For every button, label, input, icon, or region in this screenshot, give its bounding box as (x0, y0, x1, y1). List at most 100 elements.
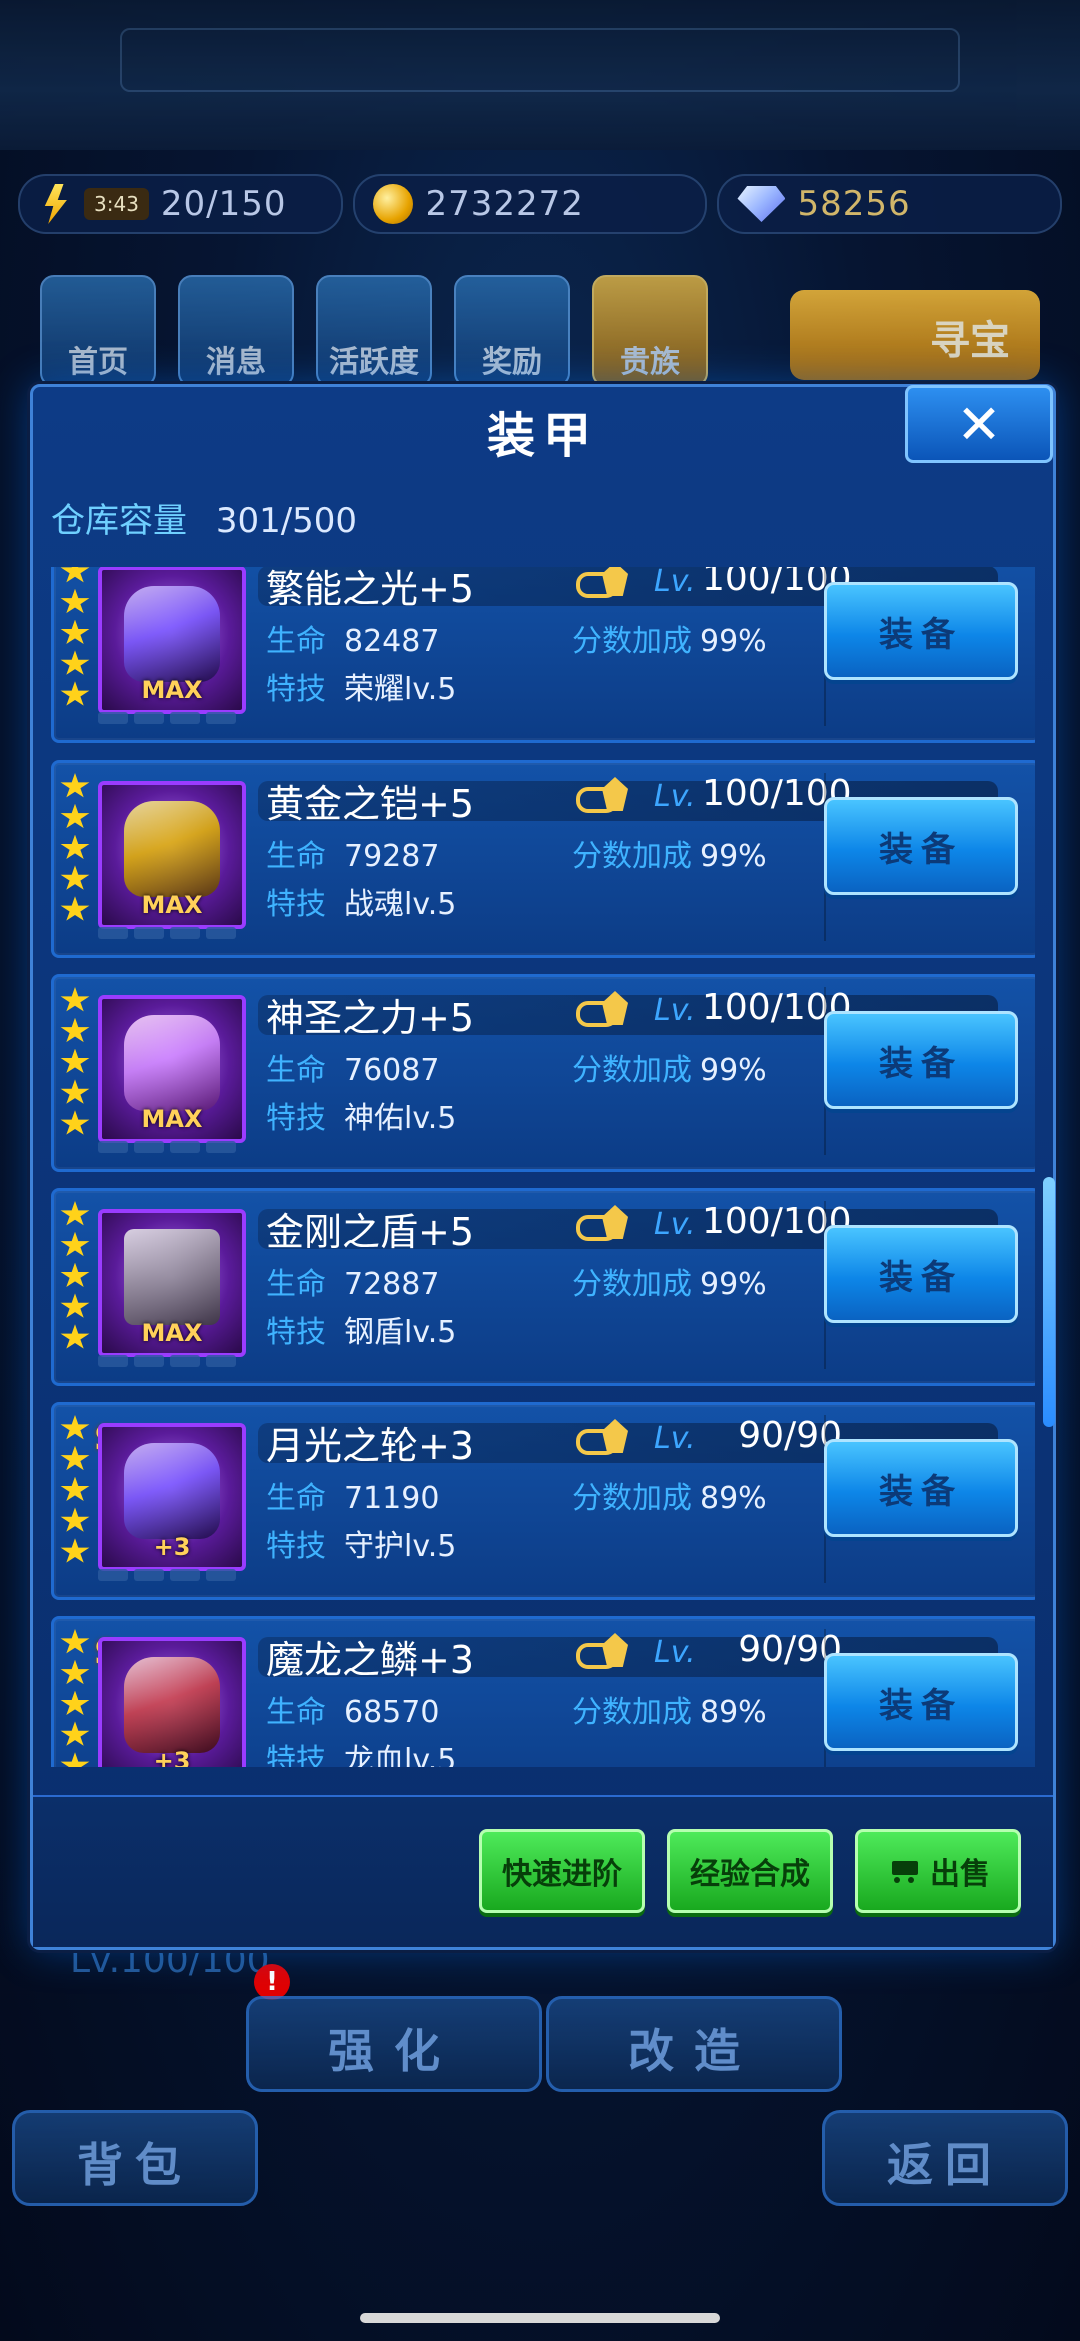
alert-badge: ! (254, 1964, 290, 2000)
modify-label: 改造 (628, 2024, 760, 2078)
level-value: 100/100 (702, 987, 852, 1028)
close-button[interactable]: ✕ (905, 385, 1053, 463)
armor-name: 月光之轮+3 (266, 1424, 475, 1468)
link-icon (576, 567, 636, 604)
strengthen-label: 强化 (328, 2024, 460, 2078)
armor-tag: MAX (141, 676, 203, 704)
armor-list[interactable]: MAX 繁能之光+5 Lv. 100/100 生命 82487 分数加成 99% 特… (51, 567, 1035, 1767)
equip-button[interactable]: 装备 (824, 582, 1018, 680)
hp-row: 生命 76087 (266, 1053, 440, 1088)
quick-advance-button[interactable]: 快速进阶 (479, 1829, 645, 1913)
hp-row: 生命 71190 (266, 1481, 440, 1516)
equip-button[interactable]: 装备 (824, 1225, 1018, 1323)
star-rating (60, 1629, 94, 1767)
coin-resource: 2732272 (353, 174, 708, 234)
gem-slots (98, 1355, 246, 1369)
armor-tag: MAX (141, 1319, 203, 1347)
level-label: Lv. (654, 779, 696, 814)
equip-button[interactable]: 装备 (824, 1653, 1018, 1751)
level-value: 100/100 (702, 1201, 852, 1242)
nav-messages[interactable]: 消息 (178, 275, 294, 387)
level-value: 100/100 (702, 773, 852, 814)
link-icon (576, 1629, 636, 1675)
energy-bolt-icon (44, 184, 67, 224)
equip-button[interactable]: 装备 (824, 797, 1018, 895)
level-label: Lv. (654, 567, 696, 599)
list-scrollbar[interactable] (1043, 1177, 1055, 1427)
hp-row: 生命 68570 (266, 1695, 440, 1730)
armor-image (124, 586, 220, 682)
nav-treasure[interactable]: 寻宝 (790, 290, 1040, 380)
armor-thumbnail[interactable]: MAX (98, 567, 246, 714)
skill-row: 特技 龙血lv.5 (266, 1743, 457, 1767)
back-button[interactable]: 返回 (822, 2110, 1068, 2206)
hp-row: 生命 82487 (266, 624, 440, 659)
gem-slots (98, 712, 246, 726)
nav-noble[interactable]: 贵族 (592, 275, 708, 387)
armor-modal: 装甲 ✕ 仓库容量 301/500 MAX 繁能之光+5 Lv. 100/100… (30, 384, 1056, 1950)
armor-name: 神圣之力+5 (266, 996, 475, 1040)
modal-action-bar: 快速进阶 经验合成 出售 (33, 1795, 1053, 1947)
nav-rewards[interactable]: 奖励 (454, 275, 570, 387)
gem-slots (98, 927, 246, 941)
armor-thumbnail[interactable]: MAX (98, 1209, 246, 1357)
nav-treasure-label: 寻宝 (930, 318, 1010, 364)
coin-icon (373, 184, 414, 224)
bonus-row: 分数加成 99% (572, 624, 767, 659)
close-icon: ✕ (956, 392, 1002, 456)
armor-tag: +3 (153, 1533, 191, 1561)
skill-row: 特技 守护lv.5 (266, 1529, 457, 1564)
skill-row: 特技 战魂lv.5 (266, 887, 457, 922)
sell-label: 出售 (930, 1857, 990, 1892)
hp-row: 生命 79287 (266, 839, 440, 874)
top-background-art (0, 0, 1080, 150)
star-rating (60, 1415, 94, 1565)
gem-resource: 58256 (717, 174, 1062, 234)
armor-image (124, 1657, 220, 1753)
armor-name: 黄金之铠+5 (266, 782, 475, 826)
armor-card: MAX 神圣之力+5 Lv. 100/100 生命 76087 分数加成 99% 特… (51, 974, 1035, 1172)
star-rating (60, 773, 94, 923)
armor-image (124, 1443, 220, 1539)
exp-synthesis-button[interactable]: 经验合成 (667, 1829, 833, 1913)
armor-name: 金刚之盾+5 (266, 1210, 475, 1254)
bag-button[interactable]: 背包 (12, 2110, 258, 2206)
home-indicator (360, 2313, 720, 2323)
level-value: 90/90 (738, 1415, 842, 1456)
back-label: 返回 (887, 2138, 1003, 2192)
hp-row: 生命 72887 (266, 1267, 440, 1302)
energy-resource: 3:43 20/150 (18, 174, 344, 234)
nav-home[interactable]: 首页 (40, 275, 156, 387)
level-label: Lv. (654, 1207, 696, 1242)
star-rating (60, 987, 94, 1137)
skill-row: 特技 钢盾lv.5 (266, 1315, 457, 1350)
equip-button[interactable]: 装备 (824, 1439, 1018, 1537)
equip-button[interactable]: 装备 (824, 1011, 1018, 1109)
bonus-row: 分数加成 89% (572, 1695, 767, 1730)
armor-image (124, 801, 220, 897)
level-value: 90/90 (738, 1629, 842, 1670)
bonus-row: 分数加成 99% (572, 1053, 767, 1088)
energy-timer: 3:43 (84, 188, 149, 220)
armor-card: MAX 金刚之盾+5 Lv. 100/100 生命 72887 分数加成 99% 特… (51, 1188, 1035, 1386)
modify-button[interactable]: 改造 (546, 1996, 842, 2092)
bonus-row: 分数加成 99% (572, 1267, 767, 1302)
armor-thumbnail[interactable]: +3 (98, 1423, 246, 1571)
strengthen-button[interactable]: 强化 (246, 1996, 542, 2092)
armor-thumbnail[interactable]: +3 (98, 1637, 246, 1767)
level-label: Lv. (654, 1421, 696, 1456)
armor-card: S +3 月光之轮+3 Lv. 90/90 生命71190 分数加成89% 特技… (51, 1402, 1035, 1600)
gem-slots (98, 1569, 246, 1583)
armor-card: MAX 黄金之铠+5 Lv. 100/100 生命 79287 分数加成 99% 特… (51, 760, 1035, 958)
gem-slots (98, 1141, 246, 1155)
armor-name: 繁能之光+5 (266, 567, 475, 611)
bonus-row: 分数加成 89% (572, 1481, 767, 1516)
modal-title: 装甲 (486, 408, 599, 464)
armor-thumbnail[interactable]: MAX (98, 781, 246, 929)
armor-thumbnail[interactable]: MAX (98, 995, 246, 1143)
nav-activity[interactable]: 活跃度 (316, 275, 432, 387)
star-rating (60, 567, 94, 708)
bag-label: 背包 (77, 2138, 193, 2192)
sell-button[interactable]: 出售 (855, 1829, 1021, 1913)
capacity-label: 仓库容量 (51, 501, 187, 541)
